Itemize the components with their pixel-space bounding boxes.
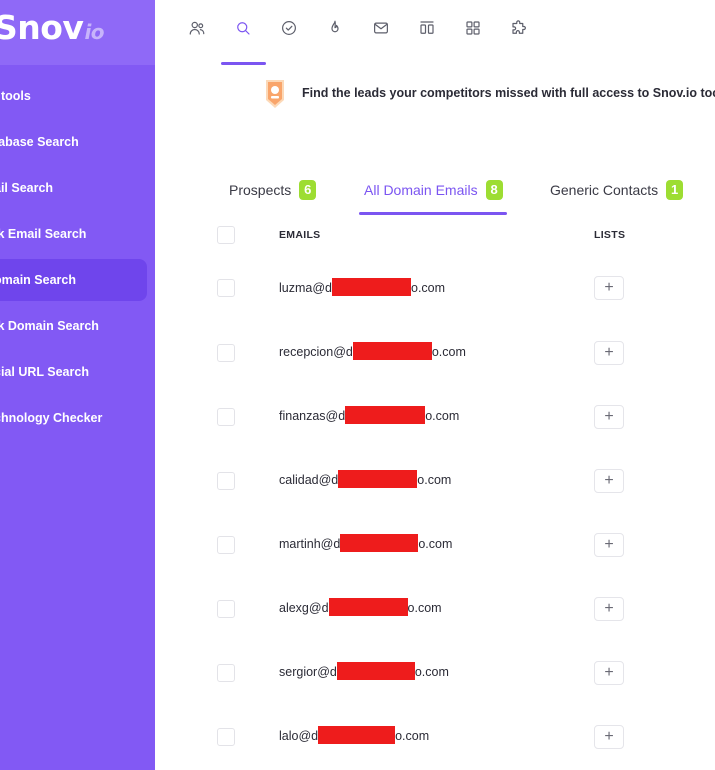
email-suffix: o.com — [395, 729, 430, 743]
row-checkbox[interactable] — [217, 728, 235, 746]
email-address[interactable]: sergior@d o.com — [279, 662, 449, 681]
columns-icon[interactable] — [413, 14, 441, 42]
sidebar-item-domain-search[interactable]: omain Search — [0, 259, 147, 301]
add-to-list-button[interactable]: + — [594, 405, 624, 429]
logo-suffix: io — [84, 20, 105, 44]
flame-icon[interactable] — [321, 14, 349, 42]
sidebar-item-label: lk Email Search — [0, 227, 87, 241]
row-checkbox[interactable] — [217, 344, 235, 362]
banner-text: Find the leads your competitors missed w… — [302, 86, 715, 100]
sidebar: Snovio l tools tabase Search ail Search … — [0, 0, 155, 770]
logo[interactable]: Snovio — [0, 8, 105, 47]
redacted-domain — [332, 278, 411, 297]
add-to-list-button[interactable]: + — [594, 469, 624, 493]
award-badge-icon — [266, 80, 284, 108]
column-header-lists: LISTS — [594, 229, 626, 241]
email-prefix: recepcion@d — [279, 345, 353, 359]
email-prefix: martinh@d — [279, 537, 341, 551]
email-address[interactable]: calidad@d o.com — [279, 470, 452, 489]
email-address[interactable]: martinh@d o.com — [279, 534, 453, 553]
row-checkbox[interactable] — [217, 600, 235, 618]
email-address[interactable]: luzma@d o.com — [279, 278, 446, 297]
email-suffix: o.com — [411, 281, 446, 295]
sidebar-item-label: cial URL Search — [0, 365, 89, 379]
add-to-list-button[interactable]: + — [594, 725, 624, 749]
sidebar-nav: l tools tabase Search ail Search lk Emai… — [0, 73, 155, 441]
sidebar-item-bulk-domain-search[interactable]: lk Domain Search — [0, 303, 155, 349]
count-badge: 8 — [485, 180, 503, 200]
top-toolbar — [155, 0, 715, 65]
sidebar-item-database-search[interactable]: tabase Search — [0, 119, 155, 165]
tab-label: Generic Contacts — [550, 182, 659, 198]
redacted-domain — [336, 662, 415, 681]
email-suffix: o.com — [418, 537, 453, 551]
search-icon[interactable] — [229, 14, 257, 42]
sidebar-item-label: omain Search — [0, 273, 76, 287]
sidebar-item-label: lk Domain Search — [0, 319, 99, 333]
tab-label: Prospects — [229, 182, 292, 198]
logo-text: Snov — [0, 8, 84, 47]
check-circle-icon[interactable] — [275, 14, 303, 42]
add-to-list-button[interactable]: + — [594, 661, 624, 685]
count-badge: 1 — [666, 180, 684, 200]
sidebar-item-label: chnology Checker — [0, 411, 103, 425]
active-tab-indicator — [359, 212, 507, 215]
sidebar-item-label: l tools — [0, 89, 31, 103]
row-checkbox[interactable] — [217, 408, 235, 426]
column-header-emails: EMAILS — [279, 229, 321, 241]
redacted-domain — [318, 726, 396, 745]
email-address[interactable]: lalo@d o.com — [279, 726, 430, 745]
sidebar-header: Snovio — [0, 0, 155, 65]
grid-icon[interactable] — [459, 14, 487, 42]
puzzle-icon[interactable] — [505, 14, 533, 42]
add-to-list-button[interactable]: + — [594, 533, 624, 557]
users-icon[interactable] — [183, 14, 211, 42]
sidebar-item-label: tabase Search — [0, 135, 79, 149]
add-to-list-button[interactable]: + — [594, 276, 624, 300]
email-suffix: o.com — [431, 345, 466, 359]
email-suffix: o.com — [414, 665, 449, 679]
sidebar-item-email-search[interactable]: ail Search — [0, 165, 155, 211]
add-to-list-button[interactable]: + — [594, 341, 624, 365]
email-address[interactable]: alexg@d o.com — [279, 598, 442, 617]
email-suffix: o.com — [417, 473, 452, 487]
tab-all-domain-emails[interactable]: All Domain Emails 8 — [364, 180, 503, 200]
tab-generic-contacts[interactable]: Generic Contacts 1 — [550, 180, 684, 200]
row-checkbox[interactable] — [217, 472, 235, 490]
email-suffix: o.com — [407, 601, 442, 615]
sidebar-item-bulk-email-search[interactable]: lk Email Search — [0, 211, 155, 257]
email-prefix: finanzas@d — [279, 409, 346, 423]
email-prefix: alexg@d — [279, 601, 329, 615]
row-checkbox[interactable] — [217, 279, 235, 297]
active-tool-indicator — [221, 62, 266, 65]
mail-icon[interactable] — [367, 14, 395, 42]
email-prefix: luzma@d — [279, 281, 332, 295]
email-suffix: o.com — [425, 409, 460, 423]
tab-prospects[interactable]: Prospects 6 — [229, 180, 317, 200]
redacted-domain — [328, 598, 408, 617]
sidebar-item-social-url-search[interactable]: cial URL Search — [0, 349, 155, 395]
email-prefix: calidad@d — [279, 473, 339, 487]
redacted-domain — [345, 406, 426, 425]
select-all-checkbox[interactable] — [217, 226, 235, 244]
sidebar-item-technology-checker[interactable]: chnology Checker — [0, 395, 155, 441]
email-address[interactable]: finanzas@d o.com — [279, 406, 460, 425]
email-prefix: sergior@d — [279, 665, 337, 679]
redacted-domain — [352, 342, 432, 361]
sidebar-item-all-tools[interactable]: l tools — [0, 73, 155, 119]
row-checkbox[interactable] — [217, 664, 235, 682]
add-to-list-button[interactable]: + — [594, 597, 624, 621]
count-badge: 6 — [299, 180, 317, 200]
sidebar-item-label: ail Search — [0, 181, 54, 195]
email-address[interactable]: recepcion@d o.com — [279, 342, 466, 361]
redacted-domain — [338, 470, 418, 489]
email-prefix: lalo@d — [279, 729, 319, 743]
tab-label: All Domain Emails — [364, 182, 478, 198]
row-checkbox[interactable] — [217, 536, 235, 554]
redacted-domain — [340, 534, 419, 553]
